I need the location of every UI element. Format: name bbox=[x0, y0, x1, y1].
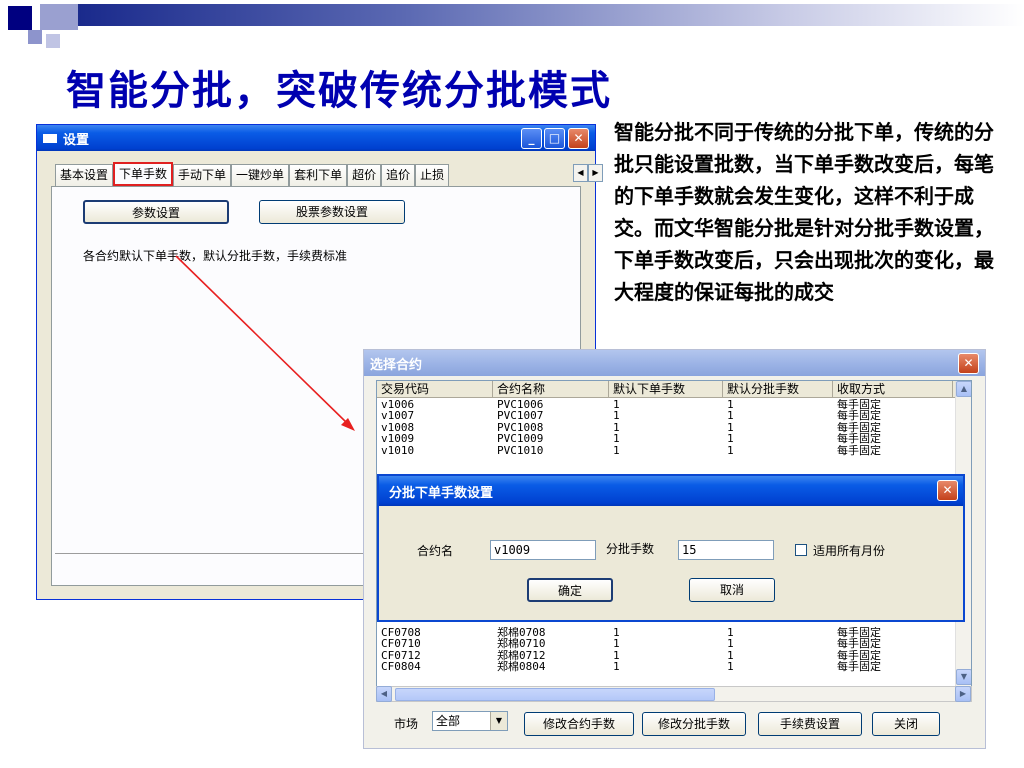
close-icon[interactable]: ✕ bbox=[958, 353, 979, 374]
table-cell: 1 bbox=[613, 638, 620, 650]
table-cell: PVC1009 bbox=[497, 433, 544, 445]
table-row[interactable]: v1008 PVC1008 1 1 每手固定 bbox=[377, 422, 957, 433]
market-select[interactable]: 全部 ▼ bbox=[432, 711, 508, 731]
arrow-line bbox=[175, 255, 349, 425]
modify-split-lots-button[interactable]: 修改分批手数 bbox=[642, 712, 746, 736]
close-icon[interactable]: ✕ bbox=[937, 480, 958, 501]
select-contract-titlebar[interactable]: 选择合约 ✕ bbox=[364, 350, 985, 376]
table-cell: 1 bbox=[727, 421, 734, 434]
table-cell: 每手固定 bbox=[837, 433, 881, 445]
table-cell: 1 bbox=[727, 661, 734, 673]
table-cell: v1006 bbox=[381, 399, 415, 411]
table-cell: 1 bbox=[727, 410, 734, 422]
close-button[interactable]: 关闭 bbox=[872, 712, 940, 736]
table-cell: 每手固定 bbox=[837, 421, 881, 434]
table-cell: CF0710 bbox=[381, 638, 421, 650]
grid-header: 交易代码 合约名称 默认下单手数 默认分批手数 收取方式 bbox=[377, 381, 971, 398]
table-cell: 每手固定 bbox=[837, 399, 881, 411]
table-cell: 郑棉0708 bbox=[497, 627, 546, 639]
table-row[interactable]: v1007 PVC1007 1 1 每手固定 bbox=[377, 410, 957, 421]
table-row[interactable]: v1010 PVC1010 1 1 每手固定 bbox=[377, 445, 957, 456]
table-row[interactable]: CF0804 郑棉0804 1 1 每手固定 bbox=[377, 661, 957, 672]
market-value: 全部 bbox=[436, 714, 461, 728]
table-cell: CF0708 bbox=[381, 627, 421, 639]
table-cell: v1008 bbox=[381, 421, 415, 434]
table-cell: 郑棉0804 bbox=[497, 661, 546, 673]
table-row[interactable]: CF0710 郑棉0710 1 1 每手固定 bbox=[377, 638, 957, 649]
table-cell: 每手固定 bbox=[837, 444, 881, 456]
scroll-left-icon[interactable]: ◀ bbox=[376, 686, 392, 702]
table-cell: 1 bbox=[727, 649, 734, 662]
column-header[interactable]: 交易代码 bbox=[377, 381, 493, 397]
contract-name-label: 合约名 bbox=[417, 544, 454, 558]
table-cell: 每手固定 bbox=[837, 638, 881, 650]
scroll-down-icon[interactable]: ▼ bbox=[956, 669, 971, 685]
market-label: 市场 bbox=[394, 717, 419, 731]
table-cell: 每手固定 bbox=[837, 649, 881, 662]
table-cell: v1007 bbox=[381, 410, 415, 422]
table-row[interactable]: v1009 PVC1009 1 1 每手固定 bbox=[377, 433, 957, 444]
table-cell: v1009 bbox=[381, 433, 415, 445]
table-cell: 每手固定 bbox=[837, 410, 881, 422]
table-cell: CF0804 bbox=[381, 661, 421, 673]
table-cell: 郑棉0710 bbox=[497, 638, 546, 650]
table-cell: 1 bbox=[613, 649, 620, 662]
select-contract-title: 选择合约 bbox=[370, 357, 423, 373]
table-cell: PVC1006 bbox=[497, 399, 544, 411]
table-cell: 1 bbox=[727, 399, 734, 411]
fee-settings-button[interactable]: 手续费设置 bbox=[758, 712, 862, 736]
table-cell: 1 bbox=[613, 627, 620, 639]
table-cell: CF0712 bbox=[381, 649, 421, 662]
table-row[interactable]: CF0712 郑棉0712 1 1 每手固定 bbox=[377, 650, 957, 661]
table-cell: PVC1007 bbox=[497, 410, 544, 422]
column-header[interactable]: 默认分批手数 bbox=[723, 381, 833, 397]
horizontal-scrollbar[interactable]: ◀ ▶ bbox=[376, 686, 972, 702]
cancel-button[interactable]: 取消 bbox=[689, 578, 775, 602]
column-header[interactable]: 合约名称 bbox=[493, 381, 609, 397]
scroll-up-icon[interactable]: ▲ bbox=[956, 381, 971, 397]
apply-all-months-label: 适用所有月份 bbox=[813, 544, 886, 558]
split-lots-label: 分批手数 bbox=[606, 542, 655, 556]
table-cell: 1 bbox=[613, 433, 620, 445]
table-cell: 1 bbox=[613, 661, 620, 673]
table-cell: 1 bbox=[727, 627, 734, 639]
table-cell: 1 bbox=[613, 410, 620, 422]
modify-contract-lots-button[interactable]: 修改合约手数 bbox=[524, 712, 634, 736]
table-cell: PVC1008 bbox=[497, 421, 544, 434]
column-header[interactable]: 收取方式 bbox=[833, 381, 953, 397]
apply-all-months-checkbox[interactable] bbox=[795, 544, 807, 556]
column-header[interactable]: 默认下单手数 bbox=[609, 381, 723, 397]
table-cell: 每手固定 bbox=[837, 661, 881, 673]
table-cell: 1 bbox=[727, 433, 734, 445]
table-row[interactable]: v1006 PVC1006 1 1 每手固定 bbox=[377, 399, 957, 410]
confirm-button[interactable]: 确定 bbox=[527, 578, 613, 602]
table-cell: 每手固定 bbox=[837, 627, 881, 639]
split-dialog-title: 分批下单手数设置 bbox=[389, 485, 494, 501]
scroll-right-icon[interactable]: ▶ bbox=[955, 686, 971, 702]
table-cell: 1 bbox=[727, 638, 734, 650]
table-cell: 郑棉0712 bbox=[497, 649, 546, 662]
split-lots-field[interactable]: 15 bbox=[678, 540, 774, 560]
scroll-thumb[interactable] bbox=[395, 688, 715, 701]
table-row[interactable]: CF0708 郑棉0708 1 1 每手固定 bbox=[377, 627, 957, 638]
table-cell: 1 bbox=[613, 399, 620, 411]
split-lots-dialog: 分批下单手数设置 ✕ 合约名 v1009 分批手数 15 适用所有月份 确定 取… bbox=[377, 474, 965, 622]
table-cell: v1010 bbox=[381, 444, 415, 456]
chevron-down-icon[interactable]: ▼ bbox=[490, 712, 507, 730]
grid-rows-top: v1006 PVC1006 1 1 每手固定 v1007 PVC1007 1 1 每手固定 v100… bbox=[377, 399, 957, 456]
table-cell: 1 bbox=[613, 421, 620, 434]
split-dialog-titlebar[interactable]: 分批下单手数设置 ✕ bbox=[379, 476, 963, 506]
table-cell: 1 bbox=[613, 444, 620, 456]
table-cell: 1 bbox=[727, 444, 734, 456]
contract-name-field[interactable]: v1009 bbox=[490, 540, 596, 560]
grid-rows-bottom: CF0708 郑棉0708 1 1 每手固定 CF0710 郑棉0710 1 1 每手固定 CF07… bbox=[377, 627, 957, 673]
table-cell: PVC1010 bbox=[497, 444, 544, 456]
